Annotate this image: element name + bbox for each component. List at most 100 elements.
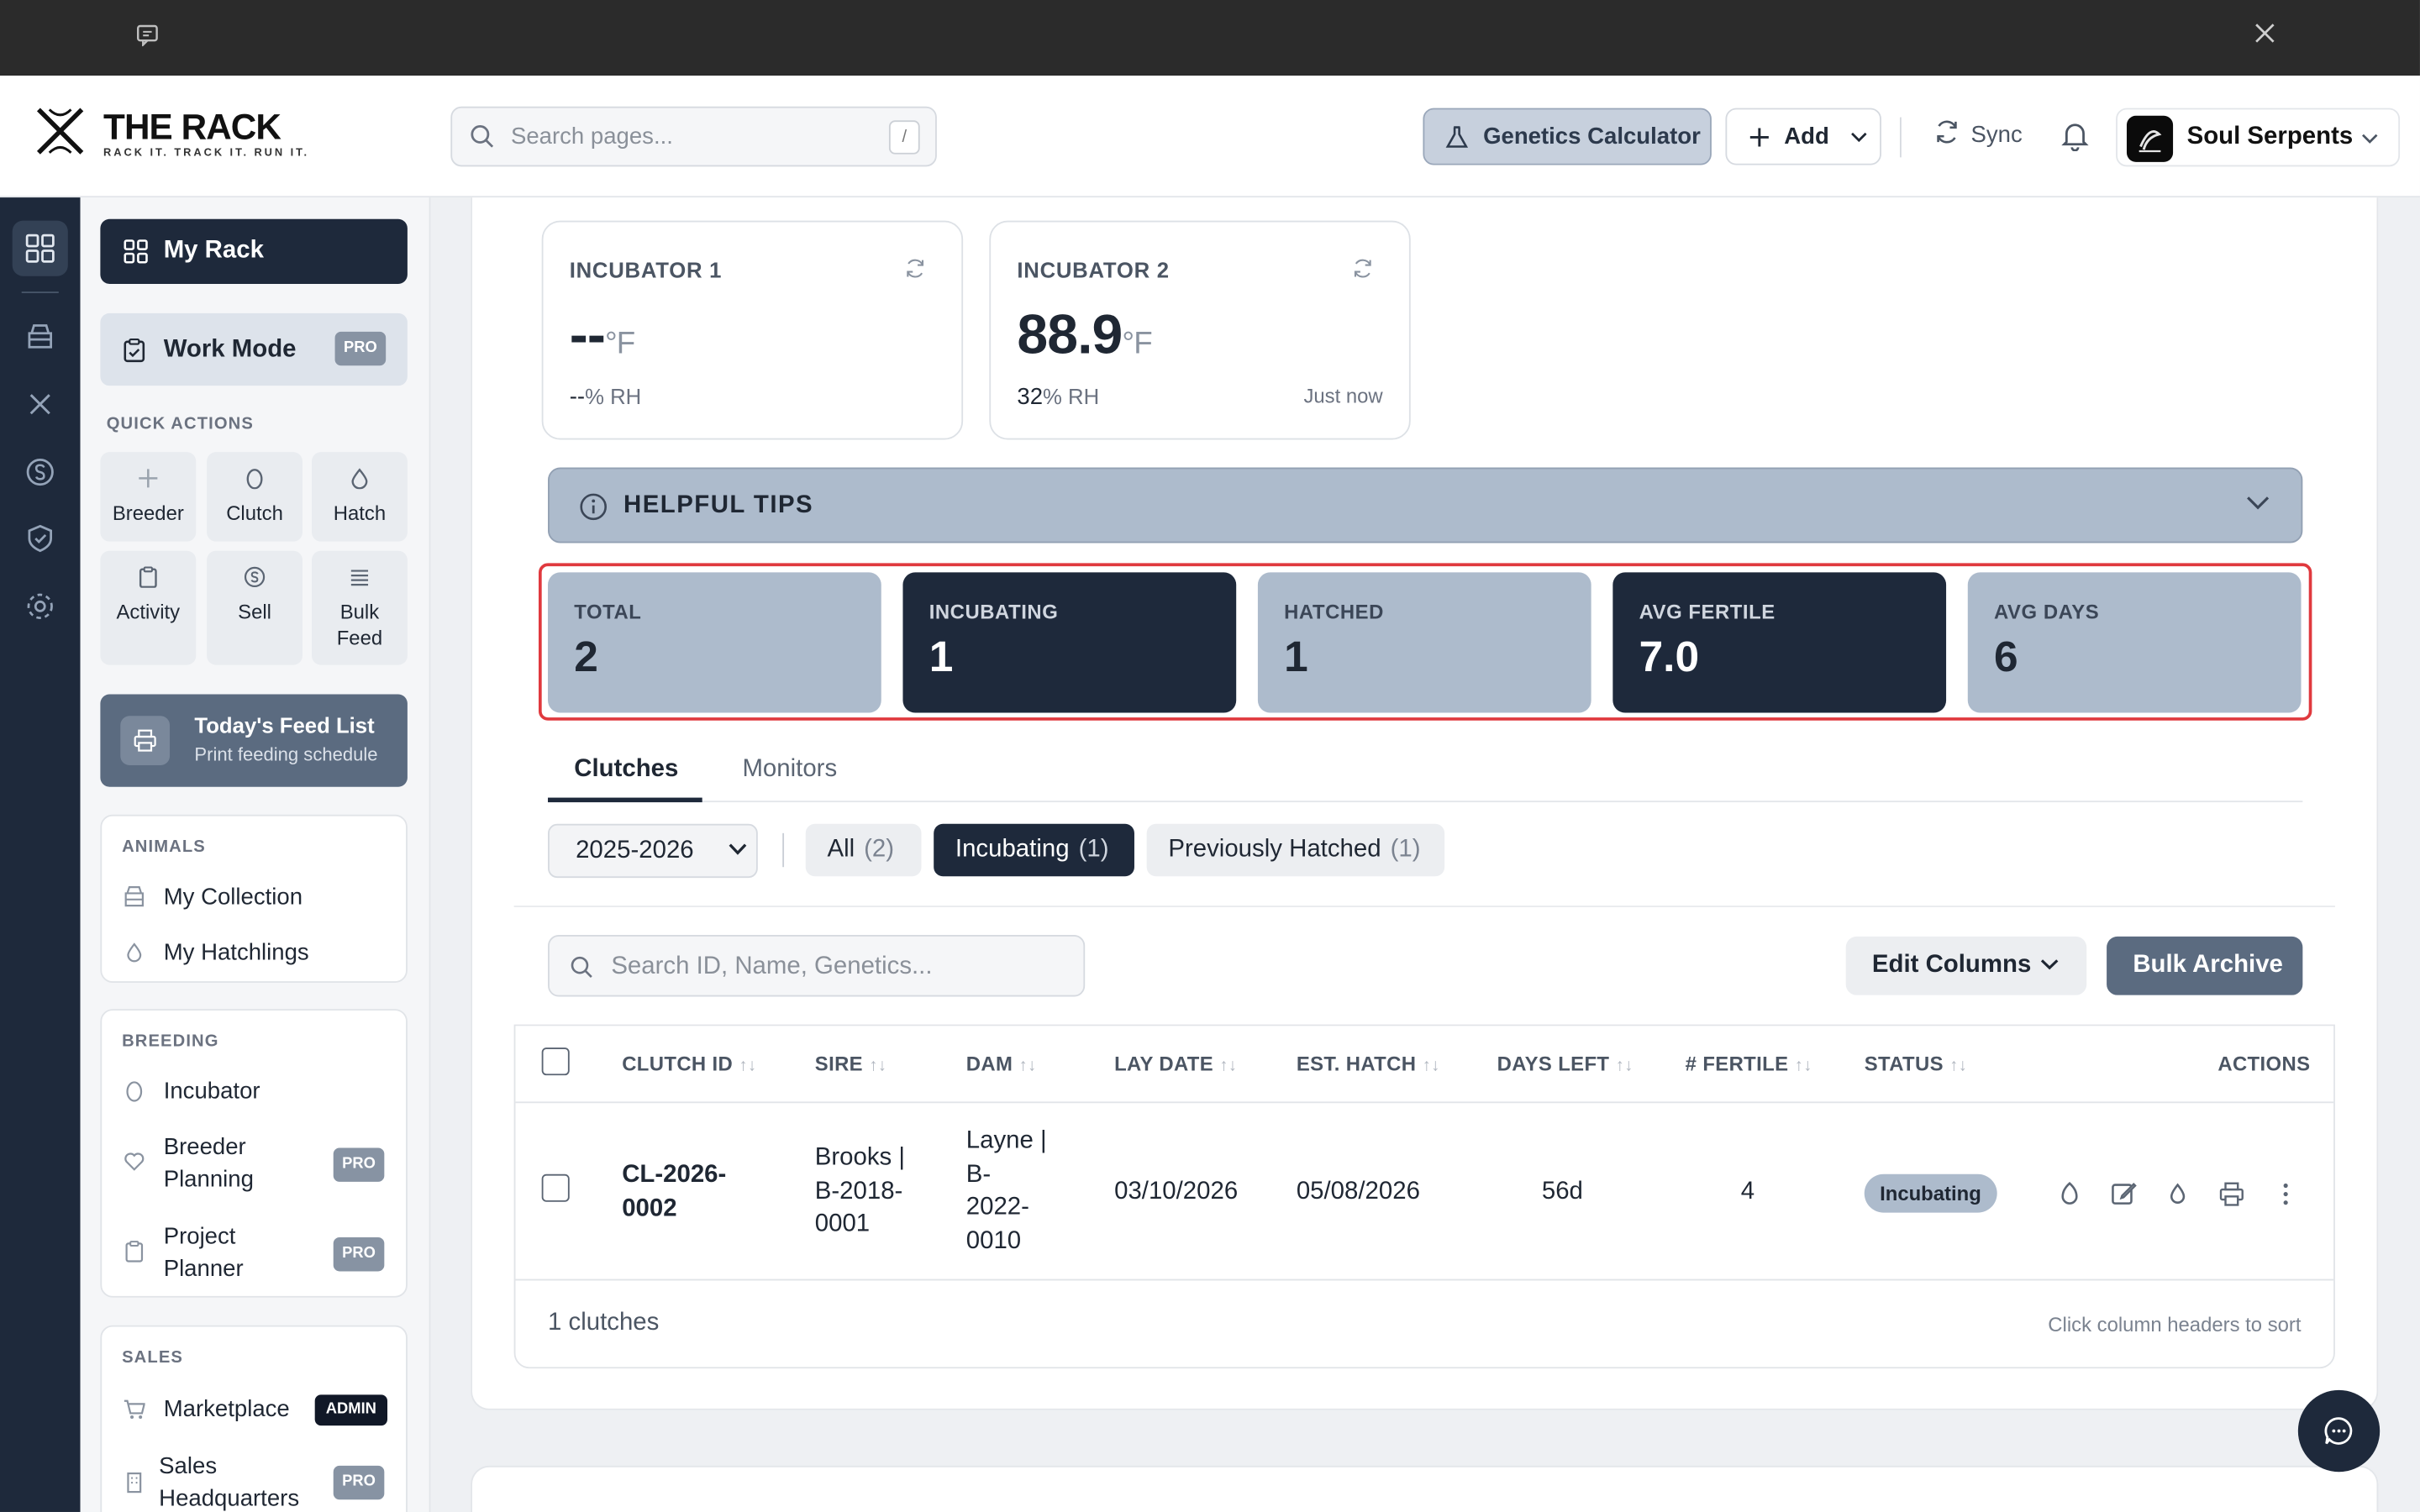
column-header-sire[interactable]: SIRE ↑↓ (815, 1053, 887, 1076)
nav-label: My Hatchlings (163, 939, 309, 966)
chevron-down-icon (2247, 496, 2270, 510)
page-search-input[interactable]: Search pages... / (450, 106, 937, 167)
tab-monitors[interactable]: Monitors (742, 756, 837, 784)
list-icon (350, 570, 369, 586)
column-header-actions: ACTIONS (2217, 1052, 2311, 1076)
dam-line: 0010 (965, 1227, 1022, 1254)
chat-button[interactable] (2297, 1389, 2381, 1473)
quick-action-clutch[interactable]: Clutch (207, 452, 302, 542)
pill-count: (2) (864, 836, 895, 863)
clipboard-check-icon (124, 338, 145, 363)
egg-icon (126, 1081, 143, 1102)
column-header-dam[interactable]: DAM ↑↓ (966, 1053, 1037, 1076)
temperature-unit: °F (604, 327, 635, 361)
account-name: Soul Serpents (2186, 123, 2354, 150)
edit-columns-button[interactable]: Edit Columns (1845, 936, 2087, 995)
next-section-panel (471, 1465, 2379, 1512)
brand-title: THE RACK (103, 106, 281, 147)
rail-settings[interactable] (13, 579, 68, 634)
egg-icon[interactable] (2055, 1180, 2083, 1208)
quick-action-label: Bulk Feed (336, 600, 383, 650)
window-titlebar (0, 0, 2420, 76)
icon-rail (0, 197, 81, 1512)
edit-icon[interactable] (2110, 1180, 2138, 1208)
rail-dashboard[interactable] (12, 220, 68, 276)
message-icon[interactable] (136, 24, 160, 55)
feed-list-subtitle: Print feeding schedule (194, 743, 378, 766)
stat-value: 7.0 (1639, 633, 1700, 680)
quick-action-activity[interactable]: Activity (100, 550, 197, 665)
days-left-cell: 56d (1541, 1179, 1583, 1205)
season-select[interactable]: 2025-2026 (548, 823, 758, 879)
column-header-est-hatch[interactable]: EST. HATCH ↑↓ (1297, 1053, 1440, 1076)
account-switcher[interactable]: Soul Serpents (2116, 108, 2401, 167)
table-sort-hint: Click column headers to sort (2048, 1313, 2302, 1336)
pill-count: (1) (1390, 836, 1421, 863)
rail-security[interactable] (13, 511, 68, 566)
table-search-input[interactable]: Search ID, Name, Genetics... (548, 935, 1086, 997)
incubator-name: INCUBATOR 1 (569, 257, 723, 283)
info-icon (580, 493, 608, 521)
bulk-archive-button[interactable]: Bulk Archive (2107, 936, 2303, 995)
column-header-clutch-id[interactable]: CLUTCH ID ↑↓ (622, 1053, 756, 1076)
sidebar: My Rack Work Mode PRO QUICK ACTIONS Bree… (80, 197, 431, 1512)
quick-action-bulk-feed[interactable]: Bulk Feed (312, 550, 408, 665)
refresh-icon[interactable] (1352, 258, 1374, 280)
status-badge: Incubating (1864, 1173, 1997, 1213)
rail-breeding[interactable] (13, 376, 68, 432)
column-header-days-left[interactable]: DAYS LEFT ↑↓ (1497, 1053, 1634, 1076)
quick-action-sell[interactable]: Sell (207, 550, 302, 665)
pill-label: All (827, 836, 855, 863)
nav-label: Breeder Planning (163, 1133, 254, 1193)
pill-label: Previously Hatched (1168, 836, 1381, 863)
todays-feed-list-button[interactable]: Today's Feed List Print feeding schedule (100, 694, 408, 787)
quick-action-breeder[interactable]: Breeder (100, 452, 197, 542)
app-header: THE RACK RACK IT. TRACK IT. RUN IT. Sear… (0, 75, 2420, 198)
printer-icon[interactable] (2217, 1180, 2245, 1208)
row-checkbox[interactable] (541, 1173, 570, 1202)
filter-pill-incubating[interactable]: Incubating (1) (934, 823, 1134, 877)
drop-icon (127, 942, 142, 963)
select-all-checkbox[interactable] (541, 1047, 570, 1076)
nav-label: My Collection (163, 884, 303, 911)
add-label: Add (1784, 123, 1829, 150)
sidebar-item-my-rack[interactable]: My Rack (100, 218, 408, 284)
filter-pill-all[interactable]: All (2) (805, 823, 922, 877)
drop-icon[interactable] (2164, 1180, 2191, 1208)
clutch-id-cell[interactable]: CL-2026- 0002 (622, 1158, 726, 1225)
column-header-lay-date[interactable]: LAY DATE ↑↓ (1114, 1053, 1237, 1076)
stat-card-hatched: HATCHED 1 (1257, 572, 1591, 713)
dam-line: B- (965, 1161, 992, 1188)
heart-icon (124, 1152, 145, 1171)
column-header-fertile[interactable]: # FERTILE ↑↓ (1686, 1053, 1812, 1076)
temperature-unit: °F (1122, 327, 1152, 361)
column-header-status[interactable]: STATUS ↑↓ (1865, 1053, 1967, 1076)
work-mode-label: Work Mode (163, 336, 297, 363)
incubator-humidity: --% RH (570, 384, 642, 410)
filter-pill-previously-hatched[interactable]: Previously Hatched (1) (1146, 823, 1445, 877)
sidebar-item-work-mode[interactable]: Work Mode PRO (100, 312, 408, 386)
search-shortcut-key: / (888, 120, 920, 155)
table-row[interactable]: CL-2026- 0002 Brooks | B-2018- 0001 Layn… (515, 1105, 2334, 1281)
column-label: DAM (965, 1052, 1013, 1076)
sync-label: Sync (1970, 122, 2023, 149)
sync-button[interactable]: Sync (1933, 118, 2023, 151)
close-icon[interactable] (2254, 24, 2275, 51)
stat-card-avg-days: AVG DAYS 6 (1967, 572, 2302, 713)
more-vertical-icon[interactable] (2272, 1180, 2300, 1208)
tab-clutches[interactable]: Clutches (574, 756, 678, 784)
add-button[interactable]: Add (1725, 108, 1881, 165)
bell-icon[interactable] (2060, 120, 2090, 151)
quick-action-hatch[interactable]: Hatch (312, 452, 408, 542)
incubator-temperature: --°F (570, 302, 635, 367)
animals-heading: ANIMALS (122, 837, 206, 857)
sire-line: Brooks | (814, 1144, 906, 1172)
sire-line: 0001 (814, 1210, 871, 1238)
refresh-icon[interactable] (904, 258, 926, 280)
rail-sales[interactable] (13, 444, 68, 500)
pill-count: (1) (1078, 836, 1109, 863)
genetics-calculator-button[interactable]: Genetics Calculator (1423, 108, 1712, 165)
helpful-tips-accordion[interactable]: HELPFUL TIPS (548, 467, 2303, 543)
rail-collection[interactable] (13, 308, 68, 364)
stat-card-incubating: INCUBATING 1 (902, 572, 1237, 713)
